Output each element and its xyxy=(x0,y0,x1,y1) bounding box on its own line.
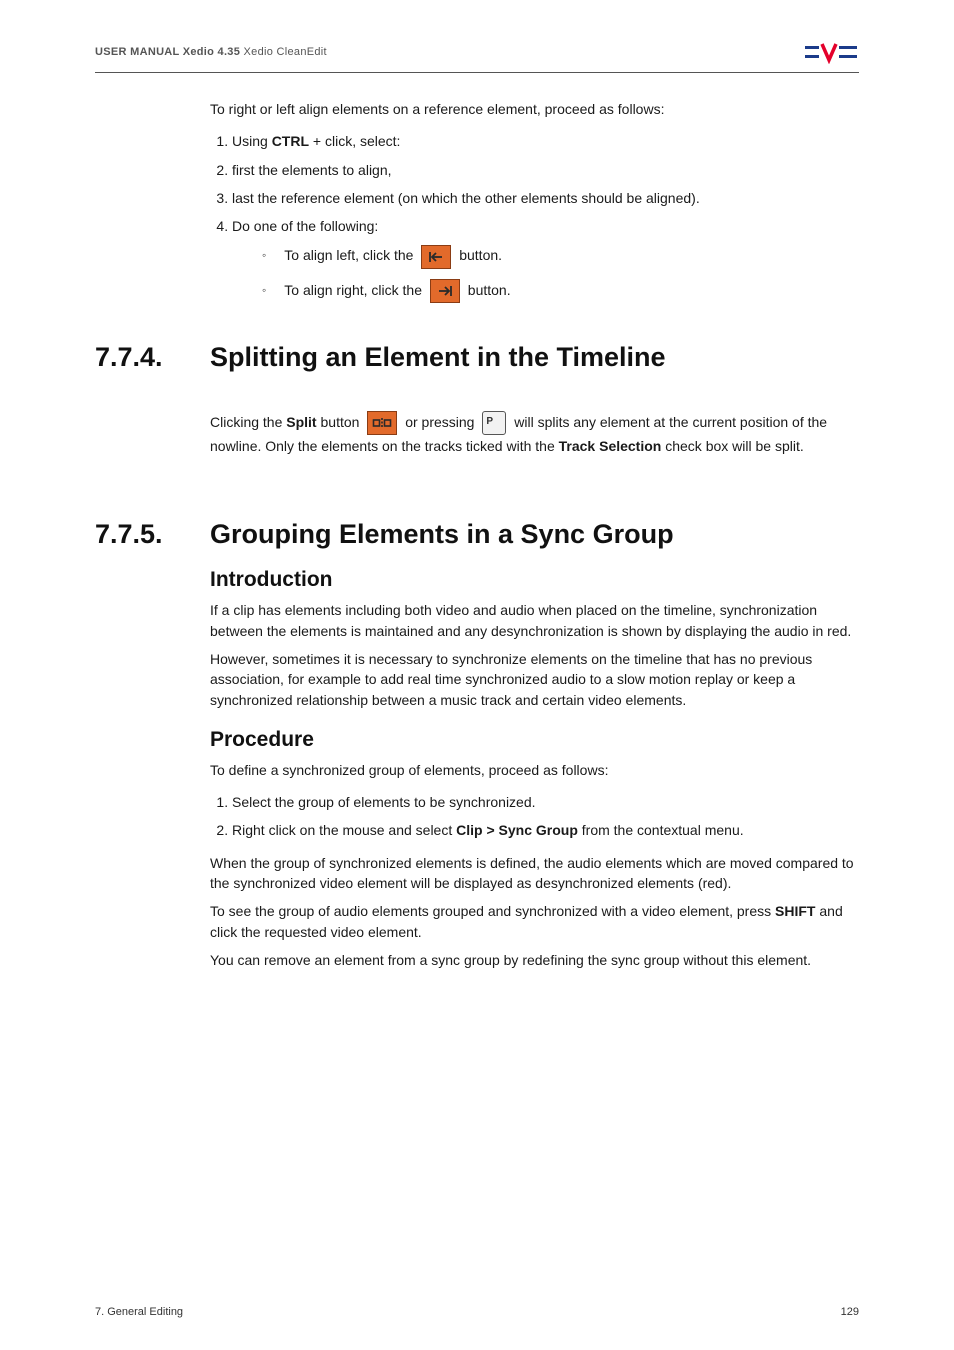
list-item: Right click on the mouse and select Clip… xyxy=(232,816,859,844)
proc-p3: When the group of synchronized elements … xyxy=(210,853,859,894)
align-right-post: button. xyxy=(468,282,511,298)
list-item: Select the group of elements to be synch… xyxy=(232,788,859,816)
intro-steps-list: Using CTRL + click, select: first the el… xyxy=(210,127,859,311)
align-right-icon xyxy=(430,279,460,303)
step1-bold: CTRL xyxy=(272,133,309,149)
sp-post: check box will be split. xyxy=(661,438,803,454)
list-item: last the reference element (on which the… xyxy=(232,184,859,212)
page: USER MANUAL Xedio 4.35 Xedio CleanEdit T… xyxy=(0,0,954,1350)
sp-mid1: button xyxy=(317,414,364,430)
step1-post: + click, select: xyxy=(309,133,400,149)
proc-p5: You can remove an element from a sync gr… xyxy=(210,950,859,970)
align-right-pre: To align right, click the xyxy=(284,282,426,298)
align-left-pre: To align left, click the xyxy=(284,247,417,263)
header-bold: USER MANUAL Xedio 4.35 xyxy=(95,46,240,58)
content-column: To right or left align elements on a ref… xyxy=(210,99,859,312)
list-item: first the elements to align, xyxy=(232,156,859,184)
p4-pre: To see the group of audio elements group… xyxy=(210,903,775,919)
step4-text: Do one of the following: xyxy=(232,218,378,234)
section-number: 7.7.4. xyxy=(95,342,210,373)
intro-p1: If a clip has elements including both vi… xyxy=(210,600,859,641)
intro-p2: However, sometimes it is necessary to sy… xyxy=(210,649,859,710)
sp-bold2: Track Selection xyxy=(559,438,662,454)
list-item: Using CTRL + click, select: xyxy=(232,127,859,155)
p-key-label: P xyxy=(486,414,493,430)
page-header: USER MANUAL Xedio 4.35 Xedio CleanEdit xyxy=(95,40,859,73)
page-footer: 7. General Editing 129 xyxy=(95,1306,859,1318)
sp-bold1: Split xyxy=(286,414,316,430)
step1-pre: Using xyxy=(232,133,272,149)
list-item: To align left, click the button. xyxy=(262,238,859,273)
p4-bold: SHIFT xyxy=(775,903,815,919)
proc-lead: To define a synchronized group of elemen… xyxy=(210,760,859,780)
s2-bold: Clip > Sync Group xyxy=(456,822,578,838)
sp-mid2: or pressing xyxy=(401,414,478,430)
p-key-icon: P xyxy=(482,411,506,435)
section-774-heading: 7.7.4. Splitting an Element in the Timel… xyxy=(95,342,859,373)
procedure-steps: Select the group of elements to be synch… xyxy=(210,788,859,845)
footer-left: 7. General Editing xyxy=(95,1306,183,1318)
intro-lead: To right or left align elements on a ref… xyxy=(210,99,859,119)
section-775-heading: 7.7.5. Grouping Elements in a Sync Group xyxy=(95,519,859,550)
evs-logo-icon xyxy=(805,40,859,64)
section-775-body: Introduction If a clip has elements incl… xyxy=(210,568,859,970)
list-item: Do one of the following: To align left, … xyxy=(232,212,859,311)
footer-page-number: 129 xyxy=(841,1306,859,1318)
s2-post: from the contextual menu. xyxy=(578,822,744,838)
align-left-post: button. xyxy=(459,247,502,263)
section-774-body: Clicking the Split button or pressing P … xyxy=(210,379,859,458)
section-number: 7.7.5. xyxy=(95,519,210,550)
header-title: USER MANUAL Xedio 4.35 Xedio CleanEdit xyxy=(95,46,327,58)
s2-pre: Right click on the mouse and select xyxy=(232,822,456,838)
sub-list: To align left, click the button. xyxy=(262,238,859,307)
section-title: Grouping Elements in a Sync Group xyxy=(210,519,674,550)
sp-pre: Clicking the xyxy=(210,414,286,430)
procedure-heading: Procedure xyxy=(210,728,859,752)
proc-p4: To see the group of audio elements group… xyxy=(210,901,859,942)
split-paragraph: Clicking the Split button or pressing P … xyxy=(210,411,859,458)
introduction-heading: Introduction xyxy=(210,568,859,592)
split-icon xyxy=(367,411,397,435)
section-title: Splitting an Element in the Timeline xyxy=(210,342,666,373)
header-light: Xedio CleanEdit xyxy=(240,46,327,58)
align-left-icon xyxy=(421,245,451,269)
list-item: To align right, click the button. xyxy=(262,273,859,308)
